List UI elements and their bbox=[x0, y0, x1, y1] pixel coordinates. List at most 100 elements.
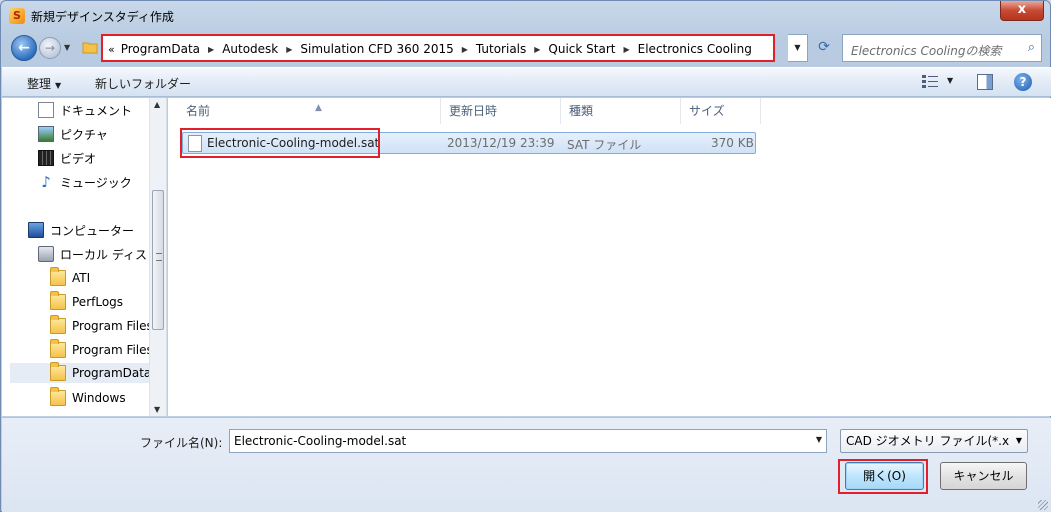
music-icon: ♪ bbox=[41, 173, 51, 191]
file-name: Electronic-Cooling-model.sat bbox=[207, 136, 380, 150]
toolbar: 整理 ▼ 新しいフォルダー ▼ ? bbox=[2, 67, 1051, 97]
folder-icon bbox=[82, 42, 98, 54]
search-placeholder: Electronics Coolingの検索 bbox=[851, 44, 1002, 58]
breadcrumb-item[interactable]: Simulation CFD 360 2015 bbox=[300, 42, 453, 56]
overflow-chevron-icon[interactable]: « bbox=[108, 43, 115, 56]
search-icon[interactable]: ⌕ bbox=[1028, 40, 1035, 55]
breadcrumb-arrow-icon[interactable]: ▶ bbox=[623, 45, 629, 54]
chevron-down-icon[interactable]: ▼ bbox=[816, 435, 822, 444]
scroll-up-icon[interactable]: ▲ bbox=[154, 100, 160, 109]
folder-icon bbox=[50, 387, 66, 406]
new-folder-button[interactable]: 新しいフォルダー bbox=[95, 75, 191, 92]
chevron-down-icon: ▼ bbox=[1015, 436, 1022, 445]
file-type-select[interactable]: CAD ジオメトリ ファイル(*.x ▼ bbox=[840, 429, 1028, 453]
breadcrumb-arrow-icon[interactable]: ▶ bbox=[534, 45, 540, 54]
close-button[interactable]: x bbox=[1000, 1, 1044, 21]
nav-item-label: ローカル ディス bbox=[60, 247, 147, 262]
nav-item-local-disk[interactable]: ローカル ディス bbox=[38, 244, 147, 264]
breadcrumb-arrow-icon[interactable]: ▶ bbox=[286, 45, 292, 54]
resize-grip-icon[interactable] bbox=[1038, 500, 1048, 510]
back-arrow-icon[interactable]: ← bbox=[11, 35, 37, 61]
help-icon[interactable]: ? bbox=[1014, 73, 1032, 91]
breadcrumb-item[interactable]: Autodesk bbox=[222, 42, 278, 56]
breadcrumb-item[interactable]: ProgramData bbox=[121, 42, 200, 56]
preview-pane-icon[interactable] bbox=[977, 74, 993, 90]
folder-icon bbox=[50, 315, 66, 334]
nav-item-computer[interactable]: コンピューター bbox=[28, 220, 134, 240]
nav-item-folder[interactable]: Program Files bbox=[50, 315, 153, 336]
window-title: 新規デザインスタディ作成 bbox=[31, 10, 174, 24]
nav-item-pictures[interactable]: ピクチャ bbox=[38, 124, 108, 144]
open-button[interactable]: 開く(O) bbox=[845, 462, 924, 490]
scrollbar-thumb[interactable] bbox=[152, 190, 164, 330]
column-header-modified[interactable]: 更新日時 bbox=[441, 98, 561, 124]
video-icon bbox=[38, 150, 54, 166]
breadcrumb-item[interactable]: Tutorials bbox=[476, 42, 526, 56]
breadcrumb: « ProgramData ▶ Autodesk ▶ Simulation CF… bbox=[108, 41, 752, 57]
column-header-size[interactable]: サイズ bbox=[681, 98, 761, 124]
nav-item-label: ピクチャ bbox=[60, 127, 108, 142]
breadcrumb-item[interactable]: Quick Start bbox=[548, 42, 615, 56]
navigation-pane: ドキュメント ピクチャ ビデオ ♪ ミュージック コンピューター ローカル ディ… bbox=[2, 98, 167, 416]
forward-arrow-icon[interactable]: → bbox=[39, 37, 61, 59]
address-row: ← → ▼ « ProgramData ▶ Autodesk ▶ Simulat… bbox=[1, 31, 1050, 65]
file-list: 名前 ▲ 更新日時 種類 サイズ Electronic-Cooling-mode… bbox=[168, 98, 1051, 416]
file-modified: 2013/12/19 23:39 bbox=[447, 136, 555, 150]
nav-item-videos[interactable]: ビデオ bbox=[38, 148, 96, 168]
folder-icon bbox=[50, 339, 66, 358]
nav-item-label: ATI bbox=[72, 271, 91, 285]
open-file-dialog: S 新規デザインスタディ作成 x ← → ▼ « ProgramData ▶ A… bbox=[0, 0, 1051, 512]
nav-item-label: PerfLogs bbox=[72, 295, 124, 309]
nav-item-folder[interactable]: ATI bbox=[50, 267, 91, 288]
nav-item-folder[interactable]: Windows bbox=[50, 387, 126, 408]
refresh-icon[interactable]: ⟳ bbox=[812, 34, 836, 62]
file-name-field[interactable]: ▼ bbox=[229, 429, 827, 453]
nav-item-label: コンピューター bbox=[50, 223, 135, 238]
picture-icon bbox=[38, 126, 54, 142]
grip-icon bbox=[156, 253, 162, 261]
nav-scrollbar[interactable]: ▲ ▼ bbox=[149, 98, 166, 416]
file-size: 370 KB bbox=[711, 136, 754, 150]
nav-item-folder[interactable]: PerfLogs bbox=[50, 291, 124, 312]
address-dropdown-icon[interactable]: ▼ bbox=[788, 34, 808, 62]
file-name-label: ファイル名(N): bbox=[140, 436, 223, 450]
folder-icon bbox=[50, 267, 66, 286]
nav-item-label: Windows bbox=[72, 391, 126, 405]
title-bar: S 新規デザインスタディ作成 x bbox=[1, 1, 1050, 31]
search-input[interactable]: Electronics Coolingの検索 ⌕ bbox=[842, 34, 1042, 62]
breadcrumb-item[interactable]: Electronics Cooling bbox=[638, 42, 752, 56]
organize-label: 整理 bbox=[27, 77, 52, 91]
breadcrumb-arrow-icon[interactable]: ▶ bbox=[462, 45, 468, 54]
scroll-down-icon[interactable]: ▼ bbox=[154, 405, 160, 414]
nav-item-folder[interactable]: Program Files bbox=[50, 339, 153, 360]
column-label: 名前 bbox=[186, 104, 211, 118]
history-dropdown-icon[interactable]: ▼ bbox=[64, 41, 76, 55]
nav-item-label: ドキュメント bbox=[60, 103, 133, 118]
file-name-input[interactable] bbox=[230, 430, 790, 452]
folder-icon bbox=[50, 362, 66, 381]
view-options-icon[interactable] bbox=[922, 75, 938, 89]
nav-item-label: ProgramData bbox=[72, 366, 152, 380]
nav-item-label: Program Files bbox=[72, 319, 153, 333]
address-bar[interactable]: « ProgramData ▶ Autodesk ▶ Simulation CF… bbox=[101, 34, 775, 62]
cancel-button[interactable]: キャンセル bbox=[940, 462, 1027, 490]
organize-button[interactable]: 整理 ▼ bbox=[27, 75, 61, 92]
file-type-value: CAD ジオメトリ ファイル(*.x bbox=[846, 434, 1010, 448]
table-row[interactable]: Electronic-Cooling-model.sat 2013/12/19 … bbox=[180, 128, 756, 158]
computer-icon bbox=[28, 222, 44, 238]
column-header-name[interactable]: 名前 ▲ bbox=[178, 98, 441, 124]
sort-ascending-icon: ▲ bbox=[315, 103, 322, 113]
breadcrumb-arrow-icon[interactable]: ▶ bbox=[208, 45, 214, 54]
chevron-down-icon: ▼ bbox=[55, 81, 62, 90]
nav-item-label: Program Files bbox=[72, 343, 153, 357]
nav-item-music[interactable]: ♪ ミュージック bbox=[38, 172, 132, 192]
column-header-type[interactable]: 種類 bbox=[561, 98, 681, 124]
nav-item-label: ミュージック bbox=[60, 175, 132, 190]
nav-item-selected[interactable]: ProgramData bbox=[10, 362, 152, 383]
folder-icon bbox=[50, 291, 66, 310]
view-dropdown-icon[interactable]: ▼ bbox=[947, 76, 953, 85]
nav-item-documents[interactable]: ドキュメント bbox=[38, 100, 132, 120]
app-icon: S bbox=[9, 8, 25, 24]
file-type: SAT ファイル bbox=[567, 138, 642, 152]
dialog-footer: ファイル名(N): ▼ CAD ジオメトリ ファイル(*.x ▼ 開く(O) キ… bbox=[2, 417, 1051, 512]
